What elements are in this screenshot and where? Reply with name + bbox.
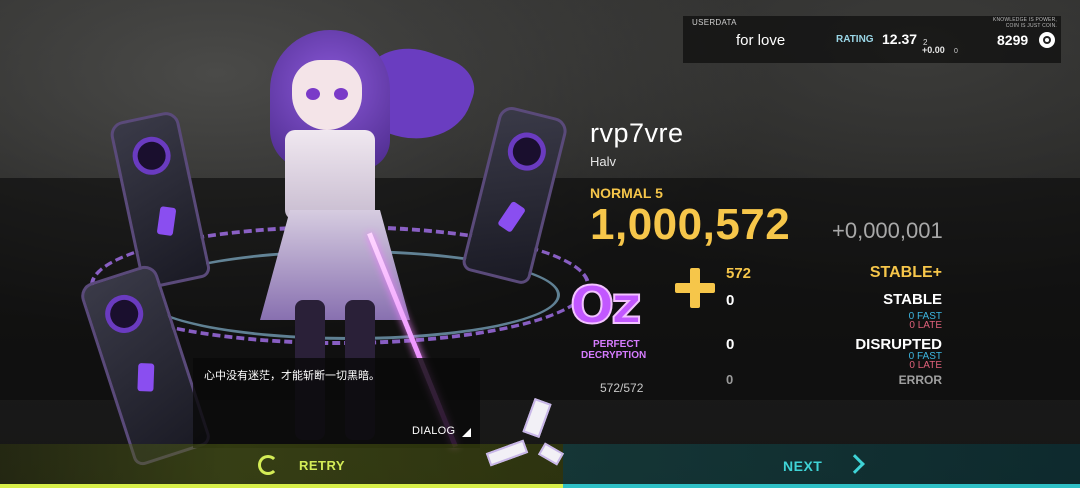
character-skirt <box>260 210 410 320</box>
stable-late: 0 LATE <box>909 320 942 331</box>
coin-count: 8299 <box>997 32 1029 48</box>
error-count: 0 <box>726 372 734 387</box>
next-label[interactable]: NEXT <box>783 458 822 474</box>
retry-label[interactable]: RETRY <box>299 458 345 473</box>
coffin-gem <box>497 200 527 233</box>
character-eye <box>306 88 320 100</box>
grade-badge: Oz <box>569 276 666 338</box>
coffin-gem <box>137 363 155 392</box>
coffin-eye-icon <box>503 128 550 175</box>
username: for love <box>736 32 786 49</box>
userdata-caption: USERDATA <box>692 18 737 27</box>
score-delta: +0,000,001 <box>832 218 943 243</box>
retry-icon[interactable] <box>258 455 278 475</box>
coffin-eye-icon <box>129 133 175 179</box>
character-face <box>292 60 362 130</box>
plus-icon <box>675 268 715 308</box>
grade-title-line2: DECRYPTION <box>581 350 647 361</box>
error-label: ERROR <box>898 373 942 387</box>
dialog-text: 心中没有迷茫，才能斩断一切黑暗。 <box>204 370 380 382</box>
song-artist: Halv <box>590 154 617 169</box>
grade-letters: Oz <box>569 276 643 336</box>
stable-label: STABLE <box>883 291 942 308</box>
coffin-eye-icon <box>100 289 149 338</box>
retry-button[interactable] <box>0 444 563 488</box>
note-count: 572/572 <box>600 381 644 395</box>
motto-line: COIN IS JUST COIN. <box>1005 23 1057 29</box>
disrupted-count: 0 <box>726 336 735 353</box>
song-title: rvp7vre <box>590 118 684 148</box>
stable-count: 0 <box>726 292 735 309</box>
motto: KNOWLEDGE IS POWER, COIN IS JUST COIN. <box>977 17 1057 29</box>
grade-title-line1: PERFECT <box>593 339 640 350</box>
dialog-button[interactable]: DIALOG <box>412 425 455 437</box>
corner-arrow-icon[interactable] <box>462 428 471 437</box>
rating-value: 12.37 <box>882 31 918 47</box>
retry-underline <box>0 484 563 488</box>
rating-delta: +0.00 <box>922 45 945 55</box>
stable-plus-label: STABLE+ <box>869 264 942 281</box>
character-body <box>285 130 375 220</box>
rating-delta-subscript: 0 <box>954 48 958 55</box>
next-underline <box>563 484 1080 488</box>
score-value: 1,000,572 <box>590 200 791 249</box>
character-eye <box>334 88 348 100</box>
disrupted-late: 0 LATE <box>909 360 942 371</box>
coin-icon <box>1039 32 1055 48</box>
stable-plus-count: 572 <box>726 265 752 282</box>
difficulty-label: NORMAL 5 <box>590 185 663 201</box>
coffin-gem <box>156 206 177 237</box>
rating-label: RATING <box>836 34 874 45</box>
userdata-panel: USERDATA for love RATING 12.37 2 +0.00 0… <box>683 16 1061 63</box>
